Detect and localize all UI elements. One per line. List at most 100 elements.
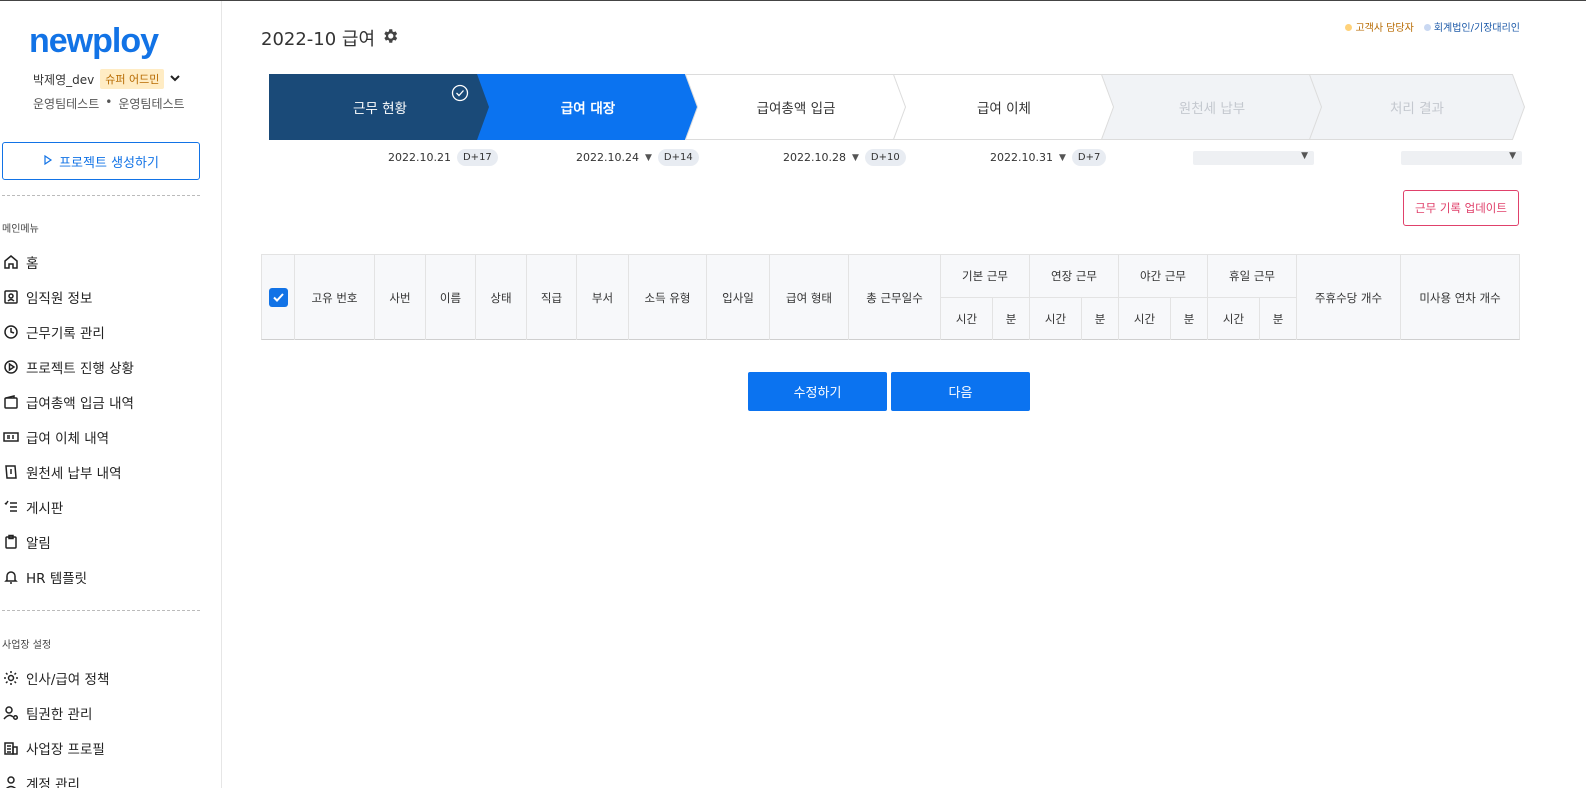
main-nav: 홈 임직원 정보 근무기록 관리 프로젝트 진행 상황 급여총액 입금 내역 급… bbox=[2, 244, 202, 594]
nav-item-deposit-history[interactable]: 급여총액 입금 내역 bbox=[2, 384, 202, 419]
main-menu-title: 메인메뉴 bbox=[2, 224, 39, 235]
step-work-status[interactable]: 근무 현황 bbox=[269, 74, 491, 140]
column-header[interactable]: 주휴수당 개수 bbox=[1297, 255, 1401, 340]
column-header[interactable]: 사번 bbox=[375, 255, 426, 340]
nav-item-home[interactable]: 홈 bbox=[2, 244, 202, 279]
bell-icon bbox=[2, 568, 20, 586]
step-date: 2022.10.21 D+17 bbox=[388, 149, 498, 166]
sub-header-min: 분 bbox=[1082, 297, 1119, 340]
check-circle-icon bbox=[451, 84, 469, 102]
date-text: 2022.10.21 bbox=[388, 151, 451, 164]
nav-item-tax-history[interactable]: 원천세 납부 내역 bbox=[2, 454, 202, 489]
newploy-logo[interactable]: newploy bbox=[29, 21, 179, 61]
column-header[interactable]: 상태 bbox=[476, 255, 527, 340]
step-label: 급여총액 입금 bbox=[756, 101, 836, 117]
nav-label: 근무기록 관리 bbox=[26, 325, 105, 342]
step-withholding-tax[interactable]: 원천세 납부 bbox=[1101, 74, 1323, 140]
legend-client: 고객사 담당자 bbox=[1345, 19, 1414, 34]
nav-item-employees[interactable]: 임직원 정보 bbox=[2, 279, 202, 314]
nav-label: HR 템플릿 bbox=[26, 570, 88, 587]
legend-accounting: 회계법인/기장대리인 bbox=[1423, 19, 1520, 34]
user-gear-icon bbox=[2, 704, 20, 722]
step-result[interactable]: 처리 결과 bbox=[1309, 74, 1525, 140]
nav-item-project-status[interactable]: 프로젝트 진행 상황 bbox=[2, 349, 202, 384]
dropdown-caret-icon: ▼ bbox=[644, 152, 652, 163]
date-text: 2022.10.24 bbox=[576, 151, 639, 164]
gear-icon[interactable] bbox=[381, 27, 399, 50]
building-icon bbox=[2, 739, 20, 757]
gear-icon bbox=[2, 669, 20, 687]
settings-menu-title: 사업장 설정 bbox=[2, 640, 52, 651]
step-total-deposit[interactable]: 급여총액 입금 bbox=[685, 74, 907, 140]
sidebar: newploy 박제영_dev 슈퍼 어드민 운영팀테스트 • 운영팀테스트 프… bbox=[0, 1, 222, 788]
nav-label: 사업장 프로필 bbox=[26, 741, 105, 758]
date-select-empty[interactable]: ▼ bbox=[1193, 151, 1314, 165]
step-payroll-transfer[interactable]: 급여 이체 bbox=[893, 74, 1115, 140]
legend-dot bbox=[1423, 24, 1431, 31]
group-header: 야간 근무 bbox=[1119, 255, 1208, 297]
page-title: 2022-10 급여 bbox=[261, 25, 399, 51]
group-header: 기본 근무 bbox=[941, 255, 1030, 297]
nav-item-business-profile[interactable]: 사업장 프로필 bbox=[2, 730, 202, 765]
dropdown-caret-icon: ▼ bbox=[1301, 151, 1308, 161]
user-name: 박제영_dev bbox=[33, 72, 95, 87]
nav-item-notifications[interactable]: 알림 bbox=[2, 524, 202, 559]
column-header[interactable]: 급여 형태 bbox=[770, 255, 849, 340]
clipboard-icon bbox=[2, 533, 20, 551]
step-label: 급여 대장 bbox=[560, 101, 616, 117]
transfer-icon bbox=[2, 428, 20, 446]
nav-label: 임직원 정보 bbox=[26, 290, 93, 307]
legend-label: 회계법인/기장대리인 bbox=[1433, 23, 1520, 34]
nav-item-hr-template[interactable]: HR 템플릿 bbox=[2, 559, 202, 594]
sub-header-min: 분 bbox=[1260, 297, 1297, 340]
payroll-table-header: 고유 번호 사번 이름 상태 직급 부서 소득 유형 입사일 급여 형태 총 근… bbox=[261, 254, 1520, 340]
nav-item-team-permission[interactable]: 팀권한 관리 bbox=[2, 695, 202, 730]
nav-item-attendance[interactable]: 근무기록 관리 bbox=[2, 314, 202, 349]
dday-badge: D+10 bbox=[864, 149, 906, 166]
page-title-text: 2022-10 급여 bbox=[261, 29, 376, 50]
dday-badge: D+14 bbox=[657, 149, 699, 166]
team-name: 운영팀테스트 bbox=[33, 97, 100, 111]
step-date-select[interactable]: 2022.10.31 ▼ D+7 bbox=[990, 149, 1107, 166]
nav-label: 원천세 납부 내역 bbox=[26, 465, 122, 482]
step-date-select[interactable]: 2022.10.24 ▼ D+14 bbox=[576, 149, 699, 166]
role-badge: 슈퍼 어드민 bbox=[100, 69, 165, 89]
clock-icon bbox=[2, 323, 20, 341]
nav-item-transfer-history[interactable]: 급여 이체 내역 bbox=[2, 419, 202, 454]
user-profile[interactable]: 박제영_dev 슈퍼 어드민 bbox=[33, 69, 181, 89]
step-dates: 2022.10.21 D+17 2022.10.24 ▼ D+14 2022.1… bbox=[0, 149, 1586, 173]
dday-badge: D+7 bbox=[1071, 149, 1107, 166]
step-label: 급여 이체 bbox=[977, 101, 1031, 117]
update-work-record-button[interactable]: 근무 기록 업데이트 bbox=[1403, 190, 1519, 226]
next-button[interactable]: 다음 bbox=[891, 372, 1030, 411]
column-header[interactable]: 총 근무일수 bbox=[849, 255, 941, 340]
step-date-select[interactable]: 2022.10.28 ▼ D+10 bbox=[783, 149, 906, 166]
nav-label: 홈 bbox=[26, 255, 39, 272]
team-breadcrumb: 운영팀테스트 • 운영팀테스트 bbox=[33, 95, 185, 112]
nav-item-hr-policy[interactable]: 인사/급여 정책 bbox=[2, 660, 202, 695]
select-all-checkbox[interactable] bbox=[268, 288, 288, 307]
column-header[interactable]: 입사일 bbox=[707, 255, 770, 340]
date-text: 2022.10.31 bbox=[990, 151, 1053, 164]
column-header[interactable]: 직급 bbox=[527, 255, 577, 340]
nav-label: 급여 이체 내역 bbox=[26, 430, 110, 447]
step-payroll-ledger[interactable]: 급여 대장 bbox=[477, 74, 699, 140]
column-header[interactable]: 고유 번호 bbox=[295, 255, 375, 340]
legend-label: 고객사 담당자 bbox=[1355, 23, 1414, 34]
team-name: 운영팀테스트 bbox=[118, 97, 185, 111]
column-header[interactable]: 부서 bbox=[577, 255, 629, 340]
column-header[interactable]: 미사용 연차 개수 bbox=[1401, 255, 1519, 340]
group-header: 연장 근무 bbox=[1030, 255, 1119, 297]
edit-button[interactable]: 수정하기 bbox=[748, 372, 887, 411]
nav-label: 게시판 bbox=[26, 500, 64, 517]
column-header[interactable]: 소득 유형 bbox=[629, 255, 707, 340]
wallet-icon bbox=[2, 393, 20, 411]
nav-item-account[interactable]: 계정 관리 bbox=[2, 765, 202, 788]
chevron-down-icon[interactable] bbox=[170, 74, 181, 85]
user-icon bbox=[2, 774, 20, 788]
nav-item-board[interactable]: 게시판 bbox=[2, 489, 202, 524]
column-header[interactable]: 이름 bbox=[426, 255, 476, 340]
nav-label: 알림 bbox=[26, 535, 51, 552]
step-label: 근무 현황 bbox=[353, 101, 407, 117]
date-select-empty[interactable]: ▼ bbox=[1401, 151, 1522, 165]
